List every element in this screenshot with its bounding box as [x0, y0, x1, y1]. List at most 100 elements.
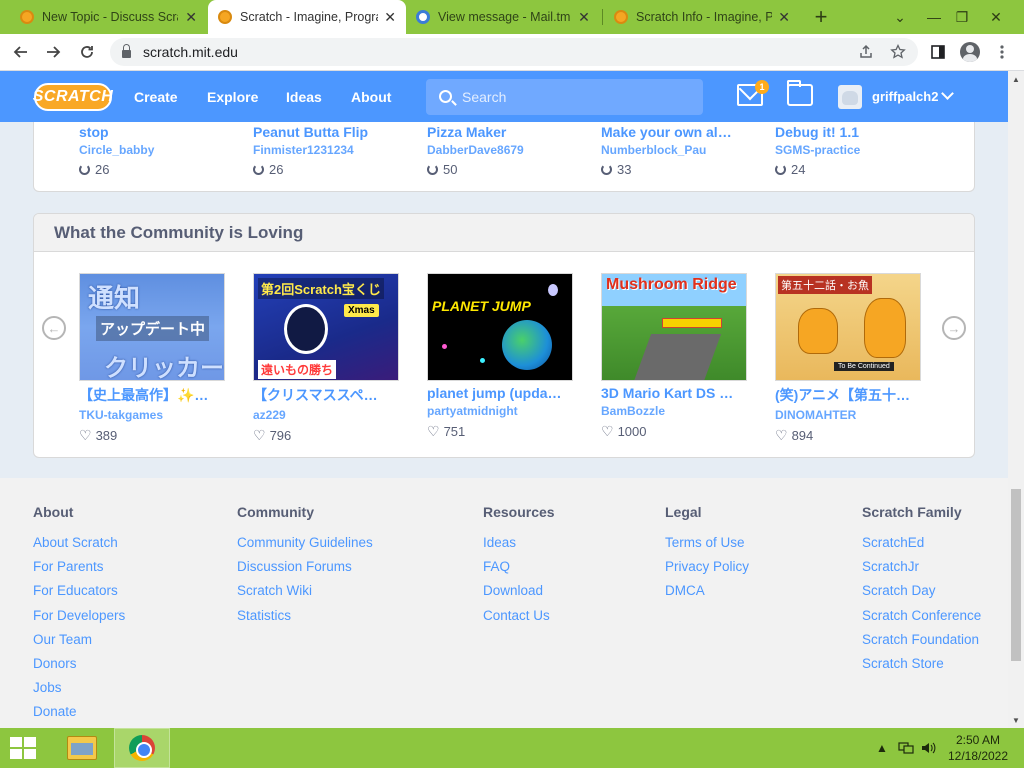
project-title[interactable]: 3D Mario Kart DS … — [601, 385, 747, 401]
project-title[interactable]: (笑)アニメ【第五十… — [775, 385, 921, 405]
project-thumbnail[interactable]: 第2回Scratch宝くじ Xmas 遠いもの勝ち — [253, 273, 399, 381]
footer-link[interactable]: Discussion Forums — [237, 558, 373, 582]
project-card[interactable]: Peanut Butta Flip Finmister1231234 26 — [253, 124, 403, 177]
footer-link[interactable]: Scratch Foundation — [862, 631, 981, 655]
system-clock[interactable]: 2:50 AM 12/18/2022 — [938, 732, 1018, 764]
footer-link[interactable]: Statistics — [237, 607, 373, 631]
browser-tab[interactable]: Scratch Info - Imagine, Program, Share ✕ — [604, 0, 800, 34]
footer-link[interactable]: DMCA — [665, 582, 749, 606]
project-author[interactable]: partyatmidnight — [427, 404, 577, 418]
footer-link[interactable]: Community Guidelines — [237, 534, 373, 558]
avatar[interactable] — [838, 85, 862, 109]
share-icon[interactable] — [852, 38, 880, 66]
footer-link[interactable]: Donate — [33, 703, 125, 727]
nav-ideas-link[interactable]: Ideas — [286, 71, 322, 122]
username-label[interactable]: griffpalch2 — [872, 71, 938, 122]
footer-link[interactable]: ScratchJr — [862, 558, 981, 582]
footer-link[interactable]: ScratchEd — [862, 534, 981, 558]
project-thumbnail[interactable]: Mushroom Ridge — [601, 273, 747, 381]
menu-kebab-icon[interactable] — [988, 38, 1016, 66]
back-arrow-icon[interactable] — [6, 37, 36, 67]
chrome-taskbar-button[interactable] — [114, 728, 170, 768]
project-card[interactable]: 第2回Scratch宝くじ Xmas 遠いもの勝ち 【クリスマススペ… az22… — [253, 273, 403, 444]
footer-link[interactable]: Jobs — [33, 679, 125, 703]
project-author[interactable]: SGMS-practice — [775, 143, 925, 157]
project-card[interactable]: Pizza Maker DabberDave8679 50 — [427, 124, 577, 177]
project-author[interactable]: Finmister1231234 — [253, 143, 403, 157]
footer-link[interactable]: Download — [483, 582, 555, 606]
footer-link[interactable]: Our Team — [33, 631, 125, 655]
profile-icon[interactable] — [956, 38, 984, 66]
footer-link[interactable]: Contact Us — [483, 607, 555, 631]
nav-about-link[interactable]: About — [351, 71, 391, 122]
scroll-down-arrow-icon[interactable]: ▼ — [1008, 712, 1024, 728]
tab-close-icon[interactable]: ✕ — [576, 9, 592, 26]
project-title[interactable]: planet jump (upda… — [427, 385, 573, 401]
footer-link[interactable]: About Scratch — [33, 534, 125, 558]
address-bar[interactable]: scratch.mit.edu — [110, 38, 918, 66]
project-thumbnail[interactable]: 通知 アップデート中 クリッカー — [79, 273, 225, 381]
project-card[interactable]: PLANET JUMP planet jump (upda… partyatmi… — [427, 273, 577, 440]
windows-start-icon[interactable] — [10, 737, 38, 761]
project-title[interactable]: Debug it! 1.1 — [775, 124, 921, 140]
reload-icon[interactable] — [72, 37, 102, 67]
project-card[interactable]: Debug it! 1.1 SGMS-practice 24 — [775, 124, 925, 177]
footer-link[interactable]: For Educators — [33, 582, 125, 606]
forward-arrow-icon[interactable] — [38, 37, 68, 67]
carousel-prev-arrow-icon[interactable]: ← — [42, 316, 66, 340]
project-author[interactable]: Circle_babby — [79, 143, 229, 157]
side-panel-icon[interactable] — [924, 38, 952, 66]
footer-link[interactable]: Donors — [33, 655, 125, 679]
search-input[interactable]: Search — [426, 79, 703, 115]
project-author[interactable]: BamBozzle — [601, 404, 751, 418]
project-author[interactable]: TKU-takgames — [79, 408, 229, 422]
project-card[interactable]: 通知 アップデート中 クリッカー 【史上最高作】✨… TKU-takgames … — [79, 273, 229, 444]
browser-tab[interactable]: View message - Mail.tm ✕ — [406, 0, 602, 34]
footer-link[interactable]: Ideas — [483, 534, 555, 558]
scratch-logo[interactable]: SCRATCH — [33, 83, 113, 111]
project-title[interactable]: stop — [79, 124, 225, 140]
footer-link[interactable]: For Parents — [33, 558, 125, 582]
footer-link[interactable]: Privacy Policy — [665, 558, 749, 582]
bookmark-star-icon[interactable] — [884, 38, 912, 66]
project-title[interactable]: Make your own al… — [601, 124, 747, 140]
project-title[interactable]: 【クリスマススペ… — [253, 385, 399, 405]
tray-overflow-chevron-icon[interactable]: ▲ — [876, 728, 888, 768]
project-card[interactable]: 第五十二話・お魚 To Be Continued (笑)アニメ【第五十… DIN… — [775, 273, 925, 444]
nav-explore-link[interactable]: Explore — [207, 71, 258, 122]
project-title[interactable]: Peanut Butta Flip — [253, 124, 399, 140]
footer-link[interactable]: Scratch Day — [862, 582, 981, 606]
project-card[interactable]: stop Circle_babby 26 — [79, 124, 229, 177]
carousel-next-arrow-icon[interactable]: → — [942, 316, 966, 340]
footer-link[interactable]: For Developers — [33, 607, 125, 631]
scroll-up-arrow-icon[interactable]: ▲ — [1008, 71, 1024, 87]
project-author[interactable]: DINOMAHTER — [775, 408, 925, 422]
footer-link[interactable]: Scratch Wiki — [237, 582, 373, 606]
project-title[interactable]: 【史上最高作】✨… — [79, 385, 225, 405]
project-card[interactable]: Make your own al… Numberblock_Pau 33 — [601, 124, 751, 177]
project-thumbnail[interactable]: PLANET JUMP — [427, 273, 573, 381]
project-author[interactable]: DabberDave8679 — [427, 143, 577, 157]
browser-tab-active[interactable]: Scratch - Imagine, Program, Share ✕ — [208, 0, 406, 34]
project-card[interactable]: Mushroom Ridge 3D Mario Kart DS … BamBoz… — [601, 273, 751, 440]
volume-icon[interactable] — [920, 728, 936, 768]
tab-close-icon[interactable]: ✕ — [384, 9, 396, 26]
project-thumbnail[interactable]: 第五十二話・お魚 To Be Continued — [775, 273, 921, 381]
tab-close-icon[interactable]: ✕ — [778, 9, 790, 26]
project-title[interactable]: Pizza Maker — [427, 124, 573, 140]
footer-link[interactable]: Scratch Store — [862, 655, 981, 679]
close-window-button[interactable]: ✕ — [976, 0, 1016, 34]
tab-close-icon[interactable]: ✕ — [184, 9, 198, 26]
new-tab-button[interactable]: + — [806, 2, 836, 32]
footer-link[interactable]: Terms of Use — [665, 534, 749, 558]
footer-link[interactable]: FAQ — [483, 558, 555, 582]
project-author[interactable]: Numberblock_Pau — [601, 143, 751, 157]
network-icon[interactable] — [898, 728, 914, 768]
chevron-down-icon[interactable] — [941, 87, 954, 100]
file-explorer-taskbar-button[interactable] — [54, 728, 110, 768]
footer-link[interactable]: Scratch Conference — [862, 607, 981, 631]
my-stuff-folder-icon[interactable] — [787, 80, 813, 106]
nav-create-link[interactable]: Create — [134, 71, 178, 122]
page-scrollbar[interactable]: ▲ ▼ — [1008, 71, 1024, 728]
scrollbar-thumb[interactable] — [1011, 489, 1021, 661]
